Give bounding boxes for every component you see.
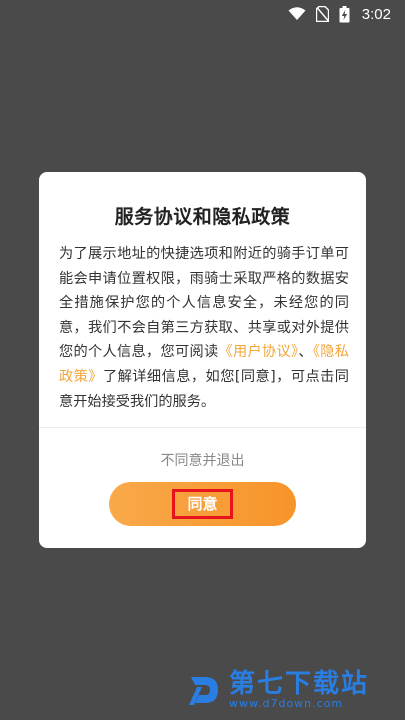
dialog-divider — [39, 427, 366, 428]
agree-button-label: 同意 — [172, 489, 233, 519]
privacy-dialog: 服务协议和隐私政策 为了展示地址的快捷选项和附近的骑手订单可能会申请位置权限，雨… — [39, 172, 366, 548]
disagree-exit-button[interactable]: 不同意并退出 — [39, 450, 366, 470]
body-text-after: 了解详细信息，如您[同意]，可点击同意开始接受我们的服务。 — [59, 368, 349, 410]
d7-logo-icon — [189, 677, 218, 705]
dialog-body: 为了展示地址的快捷选项和附近的骑手订单可能会申请位置权限，雨骑士采取严格的数据安… — [59, 242, 349, 414]
watermark: 第七下载站 www.d7down.com — [185, 668, 395, 712]
wifi-icon — [288, 7, 306, 21]
status-bar: 3:02 — [0, 0, 405, 28]
watermark-name: 第七下载站 — [229, 669, 370, 699]
watermark-url: www.d7down.com — [229, 697, 344, 710]
no-sim-icon — [315, 6, 329, 22]
status-time: 3:02 — [361, 5, 391, 23]
agree-button[interactable]: 同意 — [109, 482, 296, 526]
user-agreement-link[interactable]: 《用户协议》 — [218, 344, 298, 360]
battery-charging-icon — [339, 5, 350, 23]
link-separator: 、 — [298, 344, 313, 361]
dialog-title: 服务协议和隐私政策 — [114, 206, 291, 228]
